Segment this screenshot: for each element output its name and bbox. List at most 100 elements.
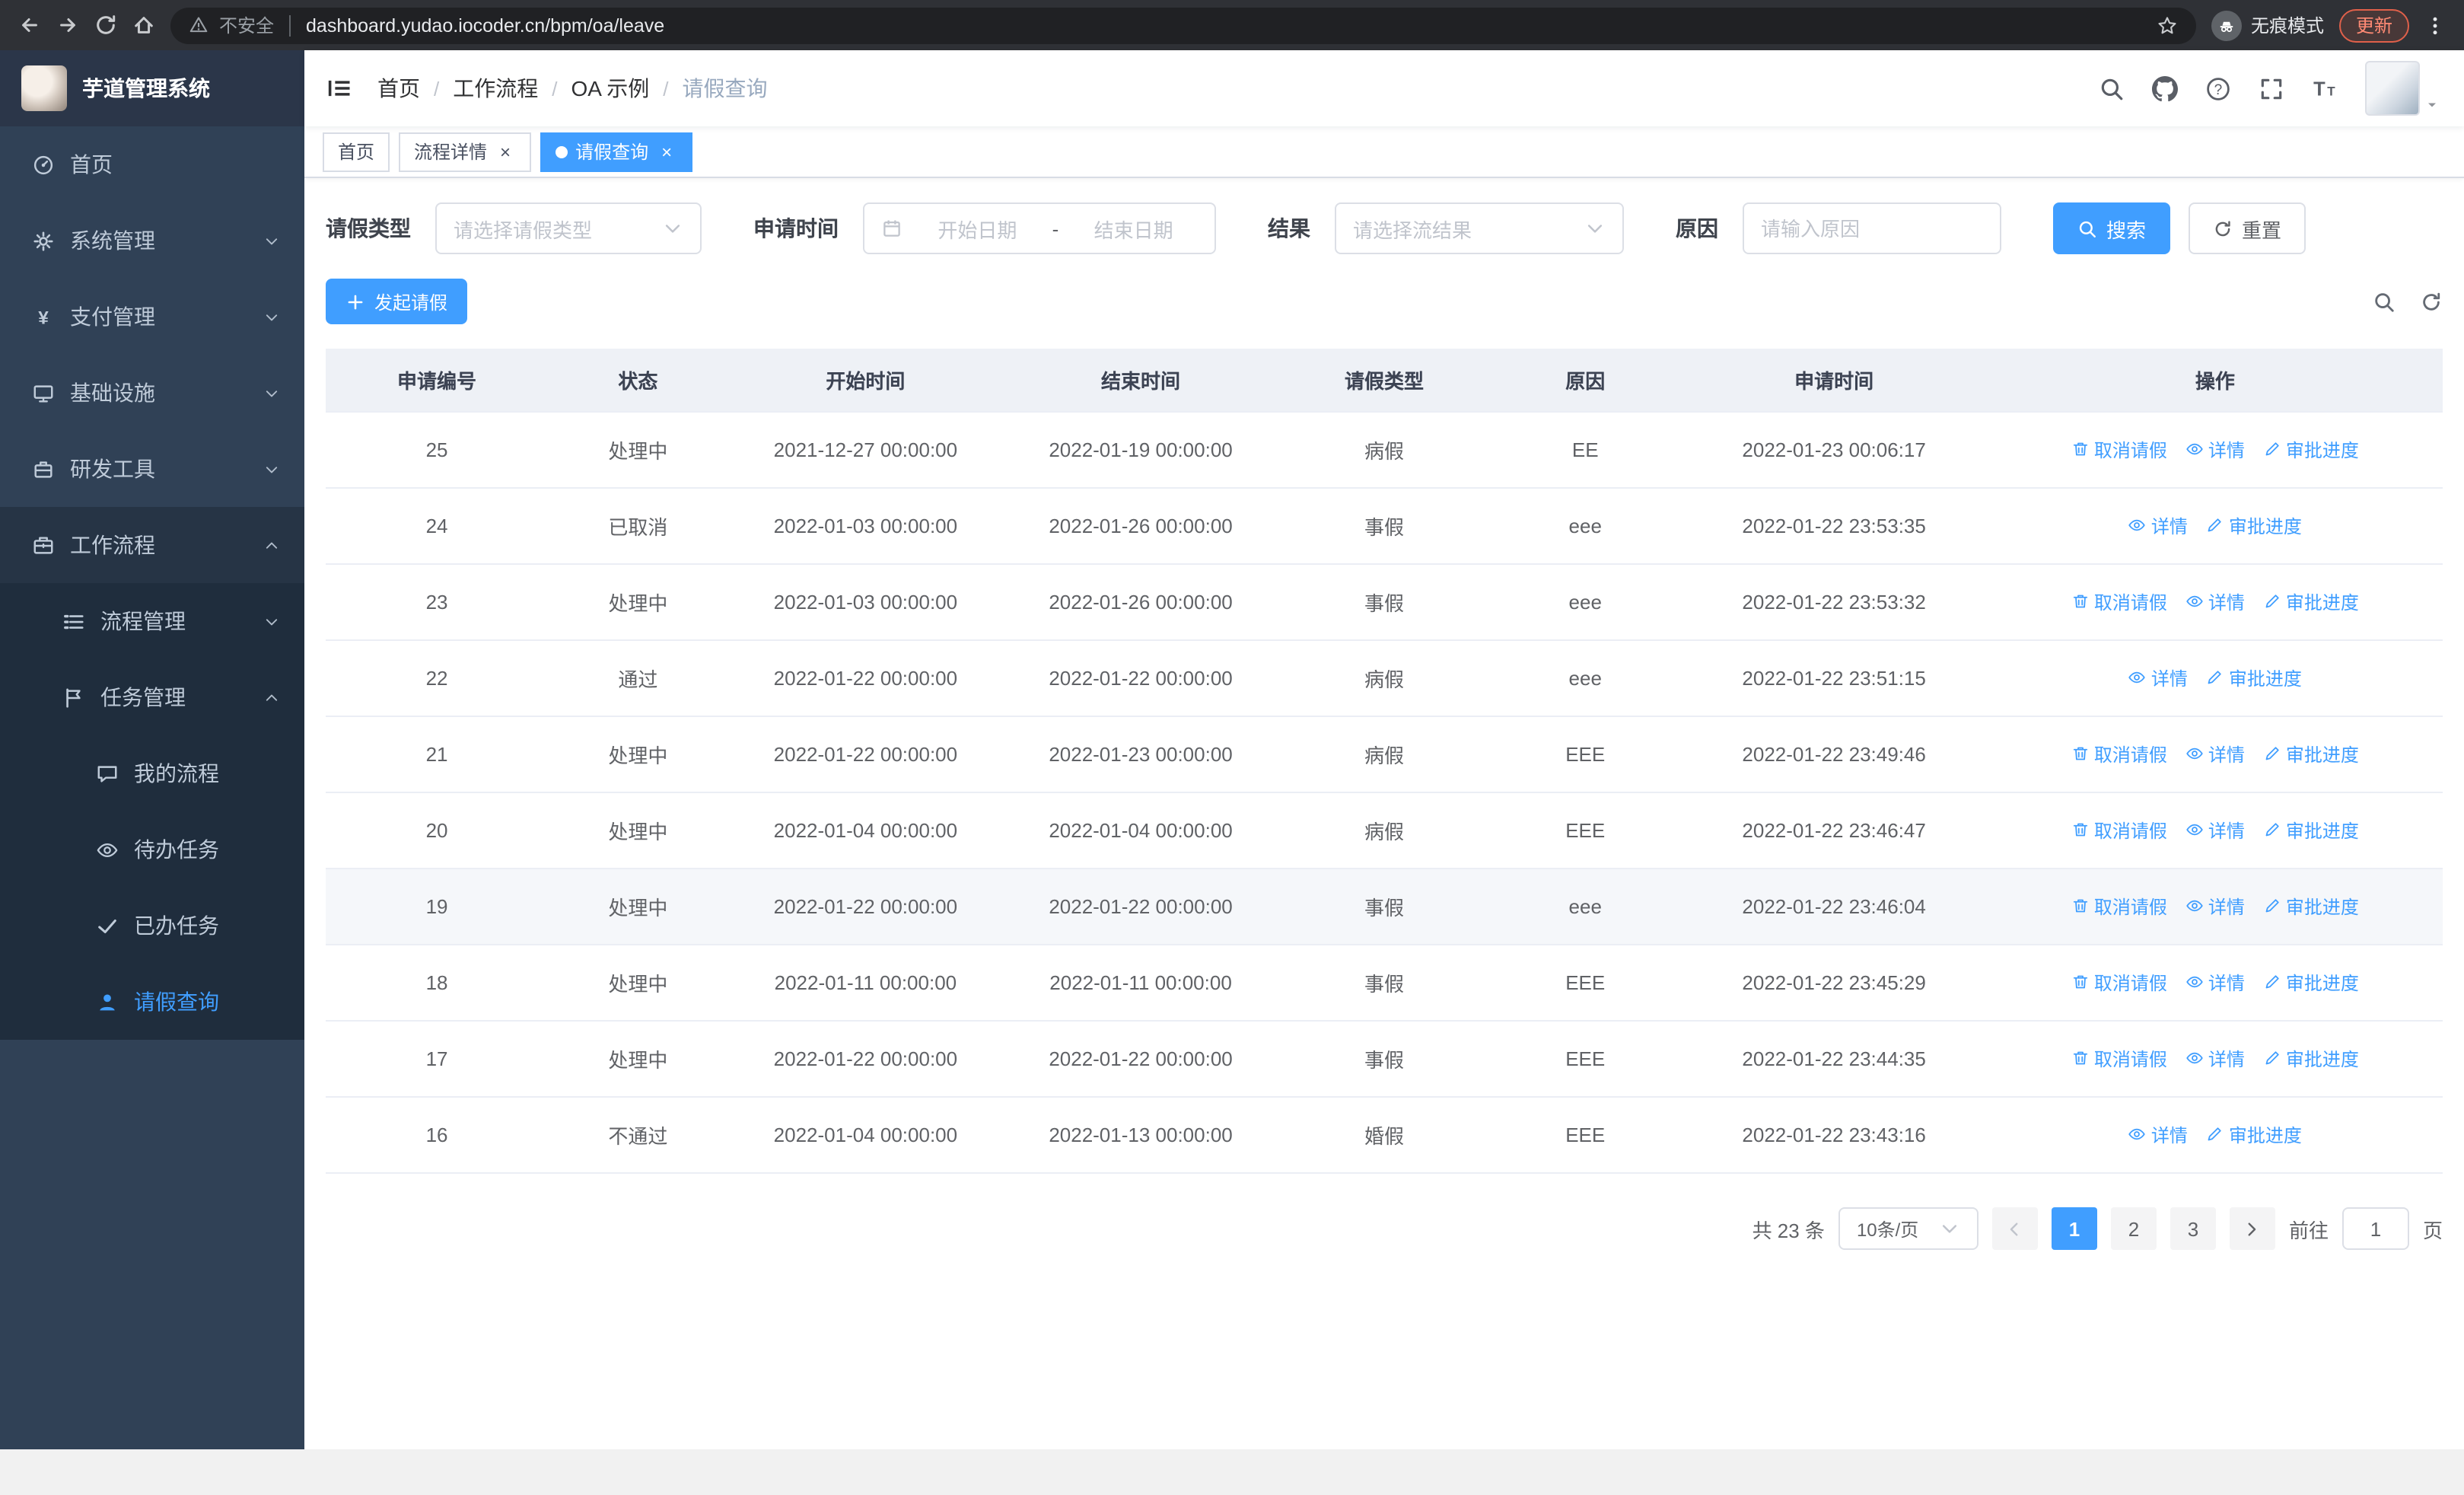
page-button-2[interactable]: 2 (2110, 1207, 2157, 1250)
table-row[interactable]: 23 处理中 2022-01-03 00:00:00 2022-01-26 00:00… (326, 564, 2443, 641)
detail-link[interactable]: 详情 (2185, 818, 2245, 843)
approval-progress-link[interactable]: 审批进度 (2206, 513, 2302, 539)
apply-time-range-picker[interactable]: 开始日期 - 结束日期 (863, 202, 1216, 254)
sidebar-item-task-manage[interactable]: 任务管理 (0, 659, 304, 735)
breadcrumb-item[interactable]: 工作流程 (453, 73, 538, 104)
detail-link[interactable]: 详情 (2185, 741, 2245, 767)
page-button-1[interactable]: 1 (2051, 1207, 2097, 1250)
sidebar-item-todo-task[interactable]: 待办任务 (0, 811, 304, 888)
user-menu[interactable] (2365, 61, 2440, 116)
close-icon[interactable]: × (495, 141, 516, 162)
goto-page-input[interactable] (2341, 1207, 2409, 1250)
fullscreen-icon[interactable] (2259, 75, 2284, 101)
update-button[interactable]: 更新 (2338, 8, 2409, 42)
back-icon[interactable] (18, 14, 41, 37)
create-leave-button[interactable]: 发起请假 (326, 279, 468, 324)
cancel-leave-link[interactable]: 取消请假 (2071, 970, 2167, 996)
search-icon[interactable] (2099, 75, 2125, 101)
refresh-table-icon[interactable] (2420, 290, 2443, 313)
table-row[interactable]: 21 处理中 2022-01-22 00:00:00 2022-01-23 00:00… (326, 716, 2443, 793)
leave-type-select[interactable]: 请选择请假类型 (435, 202, 702, 254)
cancel-leave-link[interactable]: 取消请假 (2071, 818, 2167, 843)
url-bar[interactable]: 不安全 dashboard.yudao.iocoder.cn/bpm/oa/le… (170, 7, 2196, 43)
table-row[interactable]: 25 处理中 2021-12-27 00:00:00 2022-01-19 00:00… (326, 412, 2443, 489)
sidebar-item-label: 研发工具 (70, 457, 155, 481)
hide-search-icon[interactable] (2373, 290, 2396, 313)
sidebar-item-system[interactable]: 系统管理 (0, 202, 304, 279)
table-row[interactable]: 20 处理中 2022-01-04 00:00:00 2022-01-04 00:00… (326, 792, 2443, 869)
cell-end-time: 2022-01-22 00:00:00 (1003, 640, 1278, 717)
table-row[interactable]: 22 通过 2022-01-22 00:00:00 2022-01-22 00:00:… (326, 640, 2443, 717)
approval-progress-link[interactable]: 审批进度 (2263, 894, 2359, 920)
apply-time-label: 申请时间 (753, 216, 839, 241)
cancel-leave-link[interactable]: 取消请假 (2071, 437, 2167, 463)
detail-link[interactable]: 详情 (2185, 589, 2245, 615)
breadcrumb-item[interactable]: 首页 (377, 73, 420, 104)
result-select[interactable]: 请选择流结果 (1335, 202, 1624, 254)
sidebar-toggle-icon[interactable] (326, 75, 353, 102)
tab-label: 请假查询 (575, 142, 649, 163)
sidebar-item-workflow[interactable]: 工作流程 (0, 507, 304, 583)
help-icon[interactable]: ? (2205, 75, 2231, 101)
bookmark-star-icon[interactable] (2157, 14, 2178, 36)
sidebar-item-devtools[interactable]: 研发工具 (0, 431, 304, 507)
sidebar-item-home[interactable]: 首页 (0, 126, 304, 202)
detail-link[interactable]: 详情 (2185, 970, 2245, 996)
tab-process-detail[interactable]: 流程详情 × (399, 132, 532, 171)
browser-menu-icon[interactable] (2424, 14, 2446, 36)
table-row[interactable]: 24 已取消 2022-01-03 00:00:00 2022-01-26 00:00… (326, 488, 2443, 565)
sidebar-item-process-manage[interactable]: 流程管理 (0, 583, 304, 659)
sidebar-item-leave-query[interactable]: 请假查询 (0, 964, 304, 1040)
cell-end-time: 2022-01-22 00:00:00 (1003, 869, 1278, 945)
tab-home[interactable]: 首页 (323, 132, 390, 171)
detail-link[interactable]: 详情 (2128, 1122, 2188, 1148)
breadcrumb-item[interactable]: OA 示例 (571, 73, 650, 104)
table-row[interactable]: 16 不通过 2022-01-04 00:00:00 2022-01-13 00:00… (326, 1097, 2443, 1174)
cancel-leave-link[interactable]: 取消请假 (2071, 589, 2167, 615)
home-icon[interactable] (132, 14, 155, 37)
forward-icon[interactable] (56, 14, 79, 37)
sidebar-item-infrastructure[interactable]: 基础设施 (0, 355, 304, 431)
table-row[interactable]: 19 处理中 2022-01-22 00:00:00 2022-01-22 00:00… (326, 869, 2443, 945)
tab-leave-query[interactable]: 请假查询 × (540, 132, 693, 171)
page-button-3[interactable]: 3 (2170, 1207, 2216, 1250)
briefcase-icon (30, 534, 55, 556)
app-logo[interactable]: 芋道管理系统 (0, 50, 304, 126)
cell-status: 处理中 (548, 792, 728, 869)
font-size-icon[interactable]: TT (2312, 75, 2338, 101)
sidebar-item-payment[interactable]: ¥ 支付管理 (0, 279, 304, 355)
table-row[interactable]: 17 处理中 2022-01-22 00:00:00 2022-01-22 00:00… (326, 1021, 2443, 1098)
chevron-up-icon (263, 537, 280, 553)
detail-link[interactable]: 详情 (2185, 437, 2245, 463)
approval-progress-link[interactable]: 审批进度 (2263, 437, 2359, 463)
cancel-leave-link[interactable]: 取消请假 (2071, 1046, 2167, 1072)
approval-progress-link[interactable]: 审批进度 (2263, 589, 2359, 615)
github-icon[interactable] (2152, 75, 2178, 101)
next-page-button[interactable] (2229, 1207, 2275, 1250)
sidebar-item-done-task[interactable]: 已办任务 (0, 888, 304, 964)
detail-link[interactable]: 详情 (2185, 1046, 2245, 1072)
detail-link[interactable]: 详情 (2185, 894, 2245, 920)
cancel-leave-link[interactable]: 取消请假 (2071, 894, 2167, 920)
page-size-select[interactable]: 10条/页 (1838, 1207, 1979, 1250)
approval-progress-link[interactable]: 审批进度 (2263, 1046, 2359, 1072)
approval-progress-link[interactable]: 审批进度 (2206, 665, 2302, 691)
detail-link[interactable]: 详情 (2128, 665, 2188, 691)
detail-link[interactable]: 详情 (2128, 513, 2188, 539)
chevron-down-icon (263, 232, 280, 249)
approval-progress-link[interactable]: 审批进度 (2263, 741, 2359, 767)
sidebar-item-label: 支付管理 (70, 304, 155, 329)
approval-progress-link[interactable]: 审批进度 (2263, 970, 2359, 996)
cell-apply-time: 2022-01-22 23:49:46 (1680, 716, 1988, 793)
approval-progress-link[interactable]: 审批进度 (2206, 1122, 2302, 1148)
reload-icon[interactable] (94, 14, 117, 37)
table-row[interactable]: 18 处理中 2022-01-11 00:00:00 2022-01-11 00:00… (326, 945, 2443, 1022)
cancel-leave-link[interactable]: 取消请假 (2071, 741, 2167, 767)
cell-leave-type: 事假 (1278, 945, 1491, 1022)
reset-button[interactable]: 重置 (2189, 202, 2306, 254)
sidebar-item-my-process[interactable]: 我的流程 (0, 735, 304, 811)
approval-progress-link[interactable]: 审批进度 (2263, 818, 2359, 843)
search-button[interactable]: 搜索 (2053, 202, 2171, 254)
close-icon[interactable]: × (656, 141, 677, 162)
reason-input[interactable] (1743, 202, 2001, 254)
